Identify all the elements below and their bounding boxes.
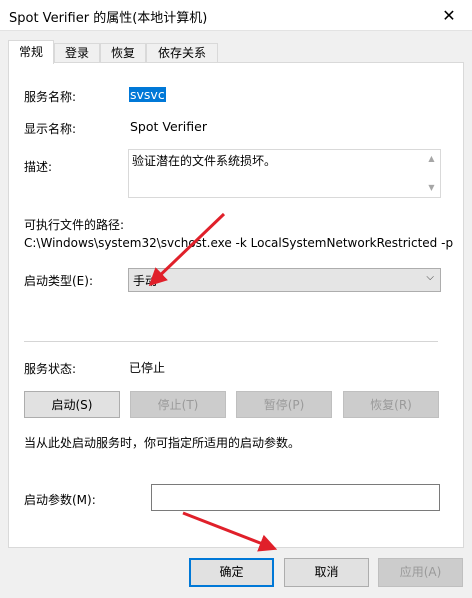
scroll-up-icon[interactable]: ▲ — [423, 152, 440, 166]
service-status-value: 已停止 — [129, 361, 166, 375]
startup-type-select[interactable]: 手动 ⌵ — [128, 268, 441, 292]
startup-type-value: 手动 — [133, 274, 158, 288]
startup-params-label: 启动参数(M): — [24, 493, 96, 507]
stop-button[interactable]: 停止(T) — [130, 391, 226, 418]
close-icon[interactable]: ✕ — [426, 0, 472, 30]
description-box[interactable]: 验证潜在的文件系统损坏。 ▲ ▼ — [128, 149, 441, 198]
description-scrollbar[interactable]: ▲ ▼ — [423, 150, 440, 197]
cancel-button[interactable]: 取消 — [284, 558, 369, 587]
tab-general[interactable]: 常规 — [8, 40, 54, 64]
chevron-down-icon: ⌵ — [426, 272, 434, 283]
tab-recovery[interactable]: 恢复 — [100, 43, 146, 63]
tab-dependencies[interactable]: 依存关系 — [146, 43, 218, 63]
tab-logon[interactable]: 登录 — [54, 43, 100, 63]
scroll-down-icon[interactable]: ▼ — [423, 181, 440, 195]
description-label: 描述: — [24, 160, 53, 174]
startup-params-hint: 当从此处启动服务时，你可指定所适用的启动参数。 — [24, 436, 301, 450]
service-name-label: 服务名称: — [24, 90, 77, 104]
display-name-label: 显示名称: — [24, 122, 77, 136]
pause-button[interactable]: 暂停(P) — [236, 391, 332, 418]
window-title: Spot Verifier 的属性(本地计算机) — [9, 11, 208, 26]
display-name-value[interactable]: Spot Verifier — [130, 119, 207, 134]
startup-params-input[interactable] — [151, 484, 440, 511]
service-name-value[interactable]: svsvc — [129, 87, 166, 102]
startup-type-label: 启动类型(E): — [24, 274, 93, 288]
exe-path-value[interactable]: C:\Windows\system32\svchost.exe -k Local… — [24, 236, 453, 250]
exe-path-label: 可执行文件的路径: — [24, 218, 125, 232]
description-text: 验证潜在的文件系统损坏。 — [132, 154, 277, 168]
service-name-selected-text: svsvc — [129, 87, 166, 102]
resume-button[interactable]: 恢复(R) — [343, 391, 439, 418]
title-bar: Spot Verifier 的属性(本地计算机) ✕ — [0, 0, 472, 31]
apply-button[interactable]: 应用(A) — [378, 558, 463, 587]
service-status-label: 服务状态: — [24, 362, 77, 376]
start-button[interactable]: 启动(S) — [24, 391, 120, 418]
ok-button[interactable]: 确定 — [189, 558, 274, 587]
general-panel — [8, 62, 464, 548]
divider — [24, 341, 438, 342]
